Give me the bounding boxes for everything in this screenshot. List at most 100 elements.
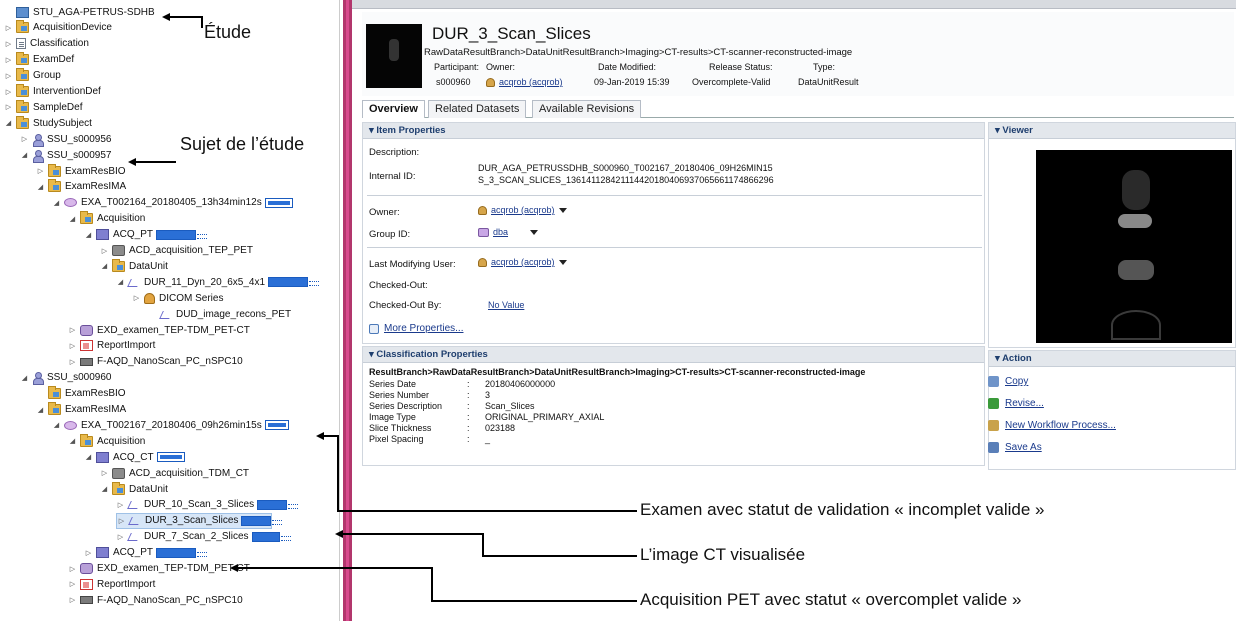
- tree-node[interactable]: ▷ F-AQD_NanoScan_PC_nSPC10: [68, 592, 243, 608]
- tree-node[interactable]: ▷ InterventionDef: [4, 84, 101, 100]
- tree-node[interactable]: ◢ DataUnit: [100, 258, 168, 274]
- tab-related-datasets[interactable]: Related Datasets: [428, 100, 527, 118]
- expand-toggle-icon[interactable]: ◢: [36, 406, 45, 414]
- checked-out-by-link[interactable]: No Value: [488, 300, 524, 310]
- tree-node[interactable]: ▷ EXD_examen_TEP-TDM_PET-CT: [68, 322, 250, 338]
- tree-node[interactable]: DUD_image_recons_PET: [148, 306, 291, 322]
- expand-toggle-icon[interactable]: ◢: [68, 437, 77, 445]
- action-label[interactable]: Copy: [1005, 376, 1028, 387]
- more-properties-link[interactable]: More Properties...: [369, 323, 463, 334]
- expand-toggle-icon[interactable]: ▷: [100, 247, 109, 255]
- tree-node[interactable]: STU_AGA-PETRUS-SDHB: [4, 4, 155, 20]
- expand-toggle-icon[interactable]: ◢: [36, 183, 45, 191]
- tree-node[interactable]: ◢ DUR_11_Dyn_20_6x5_4x1: [116, 274, 320, 290]
- expand-toggle-icon[interactable]: ◢: [20, 151, 29, 159]
- expand-toggle-icon[interactable]: ▷: [4, 88, 13, 96]
- expand-toggle-icon[interactable]: ◢: [100, 485, 109, 493]
- last-modifying-user-link[interactable]: acqrob (acqrob): [491, 257, 555, 267]
- expand-toggle-icon[interactable]: ◢: [20, 374, 29, 382]
- tree-node[interactable]: ▷ ReportImport: [68, 338, 155, 354]
- tree-node[interactable]: ◢ ACQ_PT: [84, 227, 208, 243]
- tree-node[interactable]: ◢ StudySubject: [4, 115, 92, 131]
- expand-toggle-icon[interactable]: ▷: [4, 40, 13, 48]
- owner-field-link[interactable]: acqrob (acqrob): [491, 205, 555, 215]
- tree-node[interactable]: ◢ ExamResIMA: [36, 179, 126, 195]
- expand-toggle-icon[interactable]: ▷: [116, 501, 125, 509]
- tree-node[interactable]: ▷ ACD_acquisition_TDM_CT: [100, 465, 249, 481]
- expand-toggle-icon[interactable]: ▷: [68, 326, 77, 334]
- tree-node[interactable]: ▷ DUR_3_Scan_Slices: [116, 512, 283, 529]
- expand-toggle-icon[interactable]: ▷: [68, 342, 77, 350]
- tree-node[interactable]: ◢ Acquisition: [68, 211, 145, 227]
- expand-toggle-icon[interactable]: ▷: [132, 294, 141, 302]
- tree-node[interactable]: ▷ SSU_s000956: [20, 131, 112, 147]
- tree-node[interactable]: ▷ SampleDef: [4, 99, 82, 115]
- tree-node[interactable]: ◢ SSU_s000960: [20, 370, 112, 386]
- owner-value[interactable]: acqrob (acqrob): [486, 77, 563, 88]
- action-header[interactable]: ▾ Action: [989, 351, 1235, 367]
- chevron-down-icon[interactable]: [530, 230, 539, 236]
- expand-toggle-icon[interactable]: ▷: [68, 580, 77, 588]
- tab-overview[interactable]: Overview: [362, 100, 425, 118]
- action-label[interactable]: Save As: [1005, 442, 1042, 453]
- expand-toggle-icon[interactable]: ▷: [4, 103, 13, 111]
- tree-node[interactable]: ◢ EXA_T002164_20180405_13h34min12s: [52, 195, 293, 211]
- group-id-field[interactable]: dba: [478, 227, 539, 238]
- expand-toggle-icon[interactable]: ▷: [4, 72, 13, 80]
- expand-toggle-icon[interactable]: ▷: [117, 517, 126, 525]
- tree-node[interactable]: ◢ ACQ_CT: [84, 449, 185, 465]
- ct-image-viewer[interactable]: [1036, 150, 1232, 343]
- tree-node[interactable]: ▷ DUR_10_Scan_3_Slices: [116, 497, 299, 513]
- tree-node[interactable]: ▷ F-AQD_NanoScan_PC_nSPC10: [68, 354, 243, 370]
- expand-toggle-icon[interactable]: ◢: [4, 119, 13, 127]
- action-copy[interactable]: Copy: [988, 376, 1028, 387]
- expand-toggle-icon[interactable]: ▷: [116, 533, 125, 541]
- tree-node[interactable]: ◢ Acquisition: [68, 433, 145, 449]
- tree-node[interactable]: ▷ ACQ_PT: [84, 545, 208, 561]
- expand-toggle-icon[interactable]: ◢: [68, 215, 77, 223]
- expand-toggle-icon[interactable]: ▷: [68, 565, 77, 573]
- checked-out-by-value[interactable]: No Value: [488, 300, 524, 310]
- tree-node[interactable]: ▷ AcquisitionDevice: [4, 20, 112, 36]
- expand-toggle-icon[interactable]: ▷: [84, 549, 93, 557]
- expand-toggle-icon[interactable]: ◢: [52, 421, 61, 429]
- tree-node[interactable]: ▷ EXD_examen_TEP-TDM_PET-CT: [68, 561, 250, 577]
- expand-toggle-icon[interactable]: ▷: [36, 167, 45, 175]
- tree-node[interactable]: ▷ ACD_acquisition_TEP_PET: [100, 243, 253, 259]
- tree-node[interactable]: ◢ SSU_s000957: [20, 147, 112, 163]
- viewer-header[interactable]: ▾ Viewer: [989, 123, 1235, 139]
- expand-toggle-icon[interactable]: ▷: [4, 56, 13, 64]
- action-new-workflow-process[interactable]: New Workflow Process...: [988, 420, 1116, 431]
- tree-node[interactable]: ▷ Classification: [4, 36, 89, 52]
- expand-toggle-icon[interactable]: ▷: [4, 24, 13, 32]
- tree-node[interactable]: ▷ ReportImport: [68, 576, 155, 592]
- expand-toggle-icon[interactable]: ◢: [84, 231, 93, 239]
- action-label[interactable]: Revise...: [1005, 398, 1044, 409]
- action-revise[interactable]: Revise...: [988, 398, 1044, 409]
- expand-toggle-icon[interactable]: ◢: [100, 262, 109, 270]
- chevron-down-icon[interactable]: [558, 208, 567, 214]
- expand-toggle-icon[interactable]: ◢: [84, 453, 93, 461]
- expand-toggle-icon[interactable]: ▷: [20, 135, 29, 143]
- tree-node[interactable]: ◢ DataUnit: [100, 481, 168, 497]
- item-properties-header[interactable]: ▾ Item Properties: [363, 123, 984, 139]
- tree-node[interactable]: ▷ DICOM Series: [132, 290, 223, 306]
- tree-node[interactable]: ▷ ExamDef: [4, 52, 74, 68]
- tree-node[interactable]: ◢ EXA_T002167_20180406_09h26min15s: [52, 417, 289, 433]
- last-modifying-user-field[interactable]: acqrob (acqrob): [478, 257, 567, 268]
- chevron-down-icon[interactable]: [558, 260, 567, 266]
- project-tree[interactable]: STU_AGA-PETRUS-SDHB ▷ AcquisitionDevice ▷ Cl…: [0, 0, 340, 621]
- tree-node[interactable]: ▷ ExamResBIO: [36, 163, 126, 179]
- group-id-link[interactable]: dba: [493, 227, 508, 237]
- owner-link[interactable]: acqrob (acqrob): [499, 77, 563, 87]
- tree-node[interactable]: ◢ ExamResIMA: [36, 402, 126, 418]
- more-properties-label[interactable]: More Properties...: [384, 323, 463, 334]
- expand-toggle-icon[interactable]: ◢: [52, 199, 61, 207]
- expand-toggle-icon[interactable]: ▷: [68, 358, 77, 366]
- tab-available-revisions[interactable]: Available Revisions: [532, 100, 642, 118]
- expand-toggle-icon[interactable]: ▷: [100, 469, 109, 477]
- action-label[interactable]: New Workflow Process...: [1005, 420, 1116, 431]
- tree-node[interactable]: ▷ Group: [4, 68, 61, 84]
- expand-toggle-icon[interactable]: ▷: [68, 596, 77, 604]
- tree-node[interactable]: ▷ DUR_7_Scan_2_Slices: [116, 529, 291, 545]
